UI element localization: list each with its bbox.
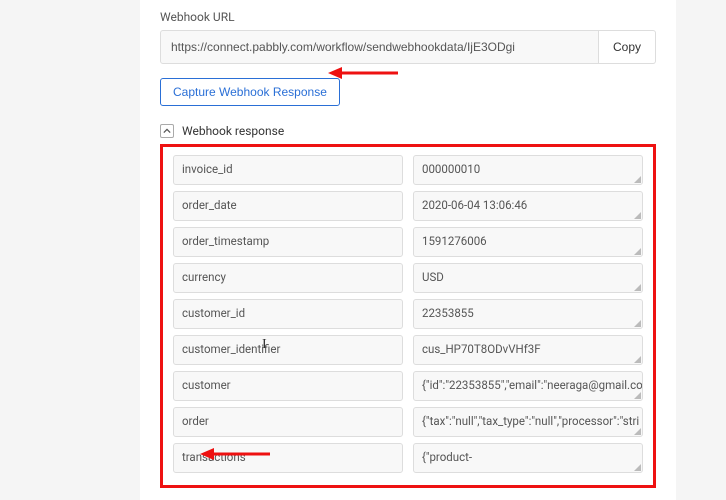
response-value[interactable]: 000000010 (413, 155, 643, 185)
webhook-response-header[interactable]: Webhook response (160, 124, 656, 138)
response-key[interactable]: customer_identifier (173, 335, 403, 365)
response-value[interactable]: USD (413, 263, 643, 293)
webhook-url-input[interactable] (160, 30, 599, 64)
webhook-card: Webhook URL Copy Capture Webhook Respons… (140, 0, 676, 500)
response-row: order_date 2020-06-04 13:06:46 (173, 191, 643, 221)
copy-button[interactable]: Copy (599, 30, 656, 64)
response-value[interactable]: 22353855 (413, 299, 643, 329)
response-row: customer_identifier cus_HP70T8ODvVHf3F (173, 335, 643, 365)
webhook-url-row: Copy (160, 30, 656, 64)
response-key[interactable]: customer_id (173, 299, 403, 329)
webhook-url-label: Webhook URL (160, 10, 656, 24)
response-key[interactable]: order (173, 407, 403, 437)
capture-webhook-response-button[interactable]: Capture Webhook Response (160, 78, 340, 106)
response-row: customer {"id":"22353855","email":"neerag… (173, 371, 643, 401)
response-value[interactable]: 1591276006 (413, 227, 643, 257)
response-row: order {"tax":"null","tax_type":"null","pr… (173, 407, 643, 437)
response-key[interactable]: order_date (173, 191, 403, 221)
response-key[interactable]: invoice_id (173, 155, 403, 185)
response-value[interactable]: {"tax":"null","tax_type":"null","process… (413, 407, 643, 437)
response-value[interactable]: 2020-06-04 13:06:46 (413, 191, 643, 221)
response-row: customer_id 22353855 (173, 299, 643, 329)
chevron-up-icon (160, 124, 174, 138)
response-key[interactable]: currency (173, 263, 403, 293)
response-key[interactable]: transactions (173, 443, 403, 473)
response-row: currency USD (173, 263, 643, 293)
response-value[interactable]: {"product- (413, 443, 643, 473)
response-value[interactable]: {"id":"22353855","email":"neeraga@gmail.… (413, 371, 643, 401)
webhook-response-box: invoice_id 000000010 order_date 2020-06-04 … (160, 144, 656, 488)
response-row: invoice_id 000000010 (173, 155, 643, 185)
webhook-response-label: Webhook response (182, 124, 284, 138)
response-row: transactions {"product- (173, 443, 643, 473)
response-key[interactable]: order_timestamp (173, 227, 403, 257)
text-cursor-icon: I (262, 337, 267, 353)
response-row: order_timestamp 1591276006 (173, 227, 643, 257)
response-key[interactable]: customer (173, 371, 403, 401)
response-value[interactable]: cus_HP70T8ODvVHf3F (413, 335, 643, 365)
